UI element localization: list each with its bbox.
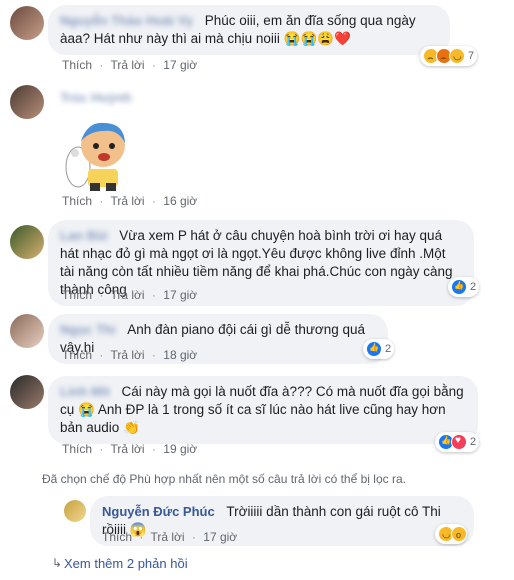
avatar[interactable]	[10, 85, 44, 119]
like-react-icon	[451, 279, 467, 295]
timestamp[interactable]: 17 giờ	[163, 58, 197, 72]
reply-arrow-icon: ↳	[52, 556, 63, 570]
comment-bubble: Trúc Huỳnh	[48, 86, 153, 110]
comment-bubble: Nguyễn Thảo Hoài Vy Phúc oiii, em ăn đĩa…	[48, 5, 450, 55]
reaction-summary[interactable]: 7	[420, 46, 478, 66]
reply-link[interactable]: Trả lời	[110, 288, 144, 302]
commenter-name[interactable]: Ngọc Thi	[60, 322, 116, 337]
timestamp[interactable]: 17 giờ	[163, 288, 197, 302]
comment-text: Cái này mà gọi là nuốt đĩa à??? Có mà nu…	[60, 384, 464, 435]
reaction-count: 7	[468, 50, 475, 62]
haha-react-icon	[449, 48, 465, 64]
commenter-name[interactable]: Linh Mit	[60, 384, 110, 399]
view-more-replies-link[interactable]: Xem thêm 2 phản hồi	[64, 556, 188, 571]
avatar[interactable]	[10, 225, 44, 259]
like-link[interactable]: Thích	[62, 288, 92, 302]
avatar[interactable]	[10, 314, 44, 348]
like-link[interactable]: Thích	[102, 530, 132, 544]
avatar[interactable]	[10, 375, 44, 409]
commenter-name[interactable]: Lan Bùi	[60, 228, 108, 243]
reaction-count: 2	[470, 281, 477, 293]
timestamp[interactable]: 18 giờ	[163, 348, 197, 362]
like-link[interactable]: Thích	[62, 58, 92, 72]
separator-dot: ·	[151, 194, 156, 208]
like-link[interactable]: Thích	[62, 348, 92, 362]
separator-dot: ·	[139, 530, 144, 544]
comment-actions: Thích · Trả lời · 16 giờ	[62, 194, 201, 208]
separator-dot: ·	[99, 194, 104, 208]
comment-actions: Thích · Trả lời · 18 giờ	[62, 348, 201, 362]
separator-dot: ·	[99, 58, 104, 72]
separator-dot: ·	[151, 442, 156, 456]
timestamp[interactable]: 16 giờ	[163, 194, 197, 208]
reaction-count: 2	[385, 343, 392, 355]
like-link[interactable]: Thích	[62, 194, 92, 208]
commenter-name[interactable]: Nguyễn Đức Phúc	[102, 504, 215, 519]
separator-dot: ·	[99, 442, 104, 456]
avatar[interactable]	[64, 500, 86, 522]
reply-link[interactable]: Trả lời	[150, 530, 184, 544]
reply-link[interactable]: Trả lời	[110, 194, 144, 208]
comment-bubble: Linh Mit Cái này mà gọi là nuốt đĩa à???…	[48, 376, 478, 444]
comment-actions: Thích · Trả lời · 19 giờ	[62, 442, 201, 456]
reaction-count: 2	[470, 436, 477, 448]
commenter-name[interactable]: Trúc Huỳnh	[60, 90, 132, 105]
reaction-summary[interactable]: 2	[448, 277, 480, 297]
timestamp[interactable]: 17 giờ	[203, 530, 237, 544]
avatar[interactable]	[10, 6, 44, 40]
wow-react-icon	[451, 526, 467, 542]
comment-actions: Thích · Trả lời · 17 giờ	[62, 58, 201, 72]
separator-dot: ·	[99, 348, 104, 362]
commenter-name[interactable]: Nguyễn Thảo Hoài Vy	[60, 13, 193, 28]
separator-dot: ·	[151, 58, 156, 72]
like-link[interactable]: Thích	[62, 442, 92, 456]
separator-dot: ·	[151, 288, 156, 302]
comment-text: Vừa xem P hát ở câu chuyện hoà bình trời…	[60, 228, 453, 297]
separator-dot: ·	[191, 530, 196, 544]
reply-link[interactable]: Trả lời	[110, 348, 144, 362]
reaction-summary[interactable]: 2	[435, 432, 480, 452]
reply-link[interactable]: Trả lời	[110, 58, 144, 72]
like-react-icon	[366, 341, 382, 357]
love-react-icon	[451, 434, 467, 450]
filter-note: Đã chọn chế độ Phù hợp nhất nên một số c…	[42, 472, 406, 486]
reaction-summary[interactable]: 2	[363, 339, 395, 359]
reply-link[interactable]: Trả lời	[110, 442, 144, 456]
comment-actions: Thích · Trả lời · 17 giờ	[102, 530, 241, 544]
sticker-image	[65, 122, 125, 191]
comment-actions: Thích · Trả lời · 17 giờ	[62, 288, 201, 302]
separator-dot: ·	[99, 288, 104, 302]
separator-dot: ·	[151, 348, 156, 362]
reaction-summary[interactable]	[435, 524, 467, 544]
timestamp[interactable]: 19 giờ	[163, 442, 197, 456]
